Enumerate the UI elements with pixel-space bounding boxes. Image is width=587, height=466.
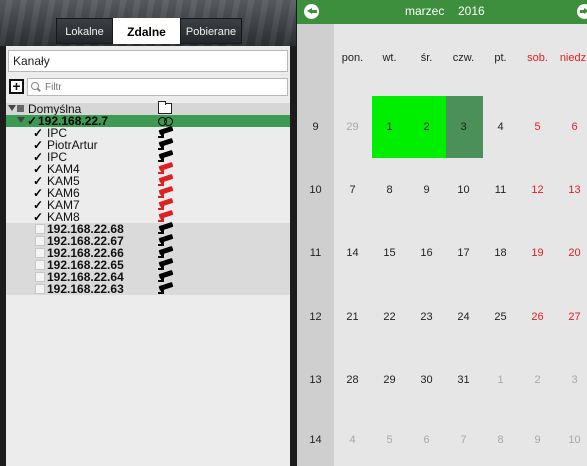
calendar-day[interactable]: 4 xyxy=(482,121,519,133)
calendar-day[interactable]: 19 xyxy=(519,247,556,259)
calendar-day[interactable]: 5 xyxy=(371,434,408,446)
calendar-day[interactable]: 25 xyxy=(482,311,519,323)
calendar-day[interactable]: 2 xyxy=(408,121,445,133)
weekday-header: czw. xyxy=(452,52,475,64)
tab-downloaded[interactable]: Pobierane xyxy=(180,18,242,44)
calendar-day[interactable]: 10 xyxy=(556,434,587,446)
week-number: 9 xyxy=(312,121,319,133)
calendar-day[interactable]: 27 xyxy=(556,311,587,323)
tab-remote[interactable]: Zdalne xyxy=(113,18,180,44)
calendar-day[interactable]: 3 xyxy=(556,374,587,386)
calendar-panel: marzec 2016 pon. wt. śr. czw. pt. sob. niedz. 9… xyxy=(297,0,587,466)
folder-icon xyxy=(158,101,172,114)
device-checkbox[interactable] xyxy=(35,236,45,246)
calendar-day[interactable]: 28 xyxy=(334,374,371,386)
calendar-day[interactable]: 2 xyxy=(519,374,556,386)
device-label: 192.168.22.63 xyxy=(47,282,124,296)
calendar-day[interactable]: 26 xyxy=(519,311,556,323)
calendar-day[interactable]: 5 xyxy=(519,121,556,133)
prev-month-arrow-icon[interactable] xyxy=(304,4,319,19)
left-panel-header: Lokalne Zdalne Pobierane xyxy=(0,0,296,46)
next-month-arrow-icon[interactable] xyxy=(577,4,587,19)
week-number-column xyxy=(297,24,334,466)
device-checkbox[interactable] xyxy=(35,284,45,294)
calendar-day[interactable]: 15 xyxy=(371,247,408,259)
channels-panel: Kanały + Domyślna✓192.168.22.7✓IPC✓Piotr… xyxy=(6,46,290,466)
expand-arrow-icon[interactable] xyxy=(17,117,25,123)
calendar-day[interactable]: 6 xyxy=(556,121,587,133)
calendar-day[interactable]: 8 xyxy=(482,434,519,446)
calendar-day[interactable]: 30 xyxy=(408,374,445,386)
device-checkbox[interactable] xyxy=(35,272,45,282)
calendar-day[interactable]: 12 xyxy=(519,184,556,196)
device-checkbox[interactable] xyxy=(35,224,45,234)
calendar-header: marzec 2016 xyxy=(297,0,587,24)
calendar-day[interactable]: 6 xyxy=(408,434,445,446)
camera-checkbox[interactable]: ✓ xyxy=(33,211,45,223)
search-icon xyxy=(31,82,41,92)
calendar-day[interactable]: 31 xyxy=(445,374,482,386)
calendar-day[interactable]: 13 xyxy=(556,184,587,196)
calendar-day[interactable]: 11 xyxy=(482,184,519,196)
group-icon xyxy=(17,105,24,112)
week-number: 13 xyxy=(309,374,322,386)
tab-local[interactable]: Lokalne xyxy=(56,18,113,44)
link-icon xyxy=(158,117,173,126)
calendar-day[interactable]: 7 xyxy=(445,434,482,446)
expand-arrow-icon[interactable] xyxy=(8,105,16,111)
weekday-header: sob. xyxy=(527,52,548,64)
calendar-day[interactable]: 20 xyxy=(556,247,587,259)
month-label[interactable]: marzec xyxy=(405,4,465,18)
weekday-header: śr. xyxy=(420,52,433,64)
calendar-day[interactable]: 7 xyxy=(334,184,371,196)
filter-input[interactable] xyxy=(45,81,275,93)
calendar-day[interactable]: 22 xyxy=(371,311,408,323)
filter-field[interactable] xyxy=(27,78,288,96)
week-number: 11 xyxy=(309,247,322,259)
calendar-day[interactable]: 21 xyxy=(334,311,371,323)
calendar-day[interactable]: 18 xyxy=(482,247,519,259)
device-row[interactable]: 192.168.22.63 xyxy=(6,281,290,296)
calendar-day[interactable]: 10 xyxy=(445,184,482,196)
calendar-day[interactable]: 29 xyxy=(334,121,371,133)
calendar-day[interactable]: 24 xyxy=(445,311,482,323)
week-number: 12 xyxy=(309,311,322,323)
calendar-day[interactable]: 29 xyxy=(371,374,408,386)
calendar-day[interactable]: 9 xyxy=(519,434,556,446)
weekday-header: niedz. xyxy=(559,52,587,64)
device-checkbox[interactable] xyxy=(35,248,45,258)
calendar-day[interactable]: 16 xyxy=(408,247,445,259)
calendar-day[interactable]: 1 xyxy=(482,374,519,386)
calendar-day[interactable]: 3 xyxy=(445,121,482,133)
calendar-day[interactable]: 4 xyxy=(334,434,371,446)
source-tabs: Lokalne Zdalne Pobierane xyxy=(56,18,242,44)
calendar-day[interactable]: 17 xyxy=(445,247,482,259)
week-number: 10 xyxy=(309,184,322,196)
calendar-day[interactable]: 9 xyxy=(408,184,445,196)
add-channel-button[interactable]: + xyxy=(9,79,24,94)
camera-icon xyxy=(158,281,174,295)
weekday-header: pt. xyxy=(494,52,507,64)
calendar-day[interactable]: 8 xyxy=(371,184,408,196)
calendar-day[interactable]: 1 xyxy=(371,121,408,133)
year-label[interactable]: 2016 xyxy=(458,4,485,18)
calendar-day[interactable]: 14 xyxy=(334,247,371,259)
week-number: 14 xyxy=(309,434,322,446)
left-panel: Lokalne Zdalne Pobierane Kanały + Domyśl… xyxy=(0,0,296,466)
weekday-header: wt. xyxy=(382,52,397,64)
calendar-day[interactable]: 23 xyxy=(408,311,445,323)
device-checkbox[interactable] xyxy=(35,260,45,270)
weekday-header: pon. xyxy=(341,52,364,64)
channels-title: Kanały xyxy=(8,50,288,72)
channel-tree: Domyślna ✓ 192.168.22.7 ✓ IPC ✓ PiotrArtur ✓ IPC… xyxy=(6,101,290,296)
